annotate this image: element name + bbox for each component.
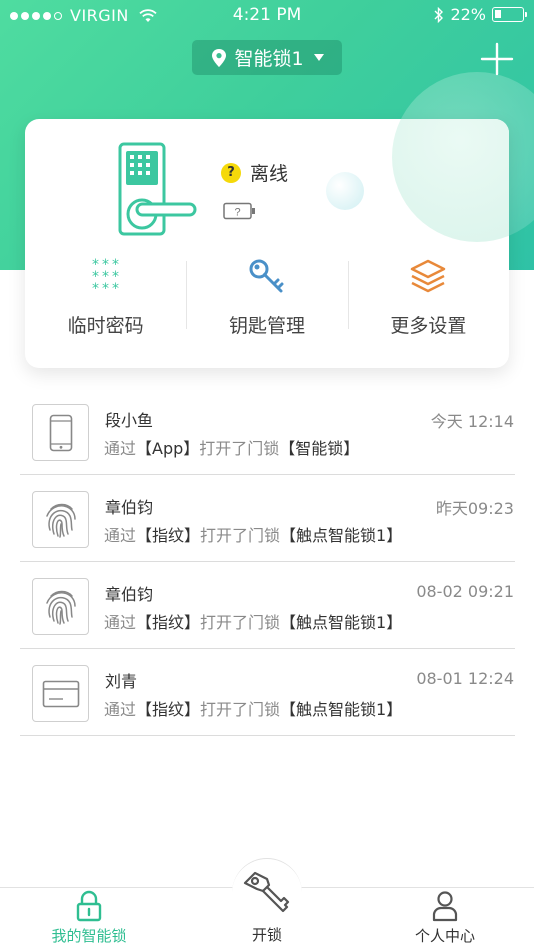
log-user-name: 刘青 (105, 672, 138, 691)
tab-profile[interactable]: 个人中心 (375, 890, 515, 948)
device-card: ? 离线 ? * * * * * * * * * 临时密码 钥匙管理 更多设置 (25, 119, 509, 368)
tab-unlock[interactable]: 开锁 (197, 867, 337, 944)
key-management-button[interactable]: 钥匙管理 (186, 257, 347, 347)
keypad-icon: * * * * * * * * * (92, 257, 119, 297)
svg-text:*: * (102, 281, 109, 297)
temp-password-button[interactable]: * * * * * * * * * 临时密码 (25, 257, 186, 347)
device-status: ? 离线 (221, 159, 288, 186)
list-item[interactable]: 章伯钧 08-02 09:21 通过【指纹】打开了门锁【触点智能锁1】 (20, 562, 515, 649)
lock-name: 智能锁1 (234, 48, 304, 70)
log-time: 昨天09:23 (435, 499, 514, 518)
key-icon (249, 259, 284, 293)
log-description: 通过【指纹】打开了门锁【触点智能锁1】 (104, 613, 403, 632)
add-icon[interactable] (478, 40, 516, 78)
log-time: 08-01 12:24 (416, 669, 514, 688)
tab-my-locks[interactable]: 我的智能锁 (19, 890, 159, 948)
svg-text:?: ? (234, 207, 240, 219)
quick-actions: * * * * * * * * * 临时密码 钥匙管理 更多设置 (25, 257, 509, 347)
log-user-name: 章伯钧 (105, 585, 154, 604)
battery-icon (492, 7, 527, 22)
list-item[interactable]: 章伯钧 昨天09:23 通过【指纹】打开了门锁【触点智能锁1】 (20, 475, 515, 562)
log-description: 通过【App】打开了门锁【智能锁】 (104, 439, 360, 458)
action-label: 临时密码 (67, 315, 144, 337)
user-icon (432, 891, 458, 922)
tab-label: 个人中心 (414, 927, 475, 945)
battery-unknown-icon: ? (223, 202, 255, 220)
lock-selector-dropdown[interactable]: 智能锁1 (192, 40, 342, 75)
tab-label: 开锁 (251, 926, 282, 944)
action-label: 更多设置 (390, 315, 467, 337)
status-bar: VIRGIN 4:21 PM 22% (0, 0, 534, 30)
svg-text:*: * (92, 281, 99, 297)
list-item[interactable]: 刘青 08-01 12:24 通过【指纹】打开了门锁【触点智能锁1】 (20, 649, 515, 736)
tab-label: 我的智能锁 (51, 927, 127, 945)
list-item[interactable]: 段小鱼 今天 12:14 通过【App】打开了门锁【智能锁】 (20, 388, 515, 475)
decorative-bubble (392, 119, 509, 242)
log-time: 今天 12:14 (430, 412, 514, 431)
decorative-bubble (326, 172, 364, 210)
log-user-name: 章伯钧 (105, 498, 154, 517)
more-settings-button[interactable]: 更多设置 (347, 257, 509, 347)
chevron-down-icon (313, 54, 324, 61)
log-description: 通过【指纹】打开了门锁【触点智能锁1】 (104, 700, 403, 719)
log-user-name: 段小鱼 (105, 411, 154, 430)
card-icon (32, 665, 89, 722)
unlock-log-list: 段小鱼 今天 12:14 通过【App】打开了门锁【智能锁】 章伯钧 昨天09:… (20, 388, 515, 736)
lock-icon (76, 890, 102, 922)
battery-percent: 22% (450, 5, 486, 24)
log-description: 通过【指纹】打开了门锁【触点智能锁1】 (104, 526, 403, 545)
svg-text:*: * (112, 281, 119, 297)
unknown-status-icon: ? (221, 162, 241, 183)
log-time: 08-02 09:21 (416, 582, 514, 601)
location-pin-icon (212, 48, 227, 67)
fingerprint-icon (32, 491, 89, 548)
layers-icon (411, 259, 446, 293)
action-label: 钥匙管理 (228, 315, 305, 337)
device-status-text: 离线 (250, 163, 289, 185)
smart-lock-illustration-icon (118, 142, 197, 236)
bluetooth-icon (434, 6, 444, 23)
fingerprint-icon (32, 578, 89, 635)
key-icon (243, 871, 290, 913)
phone-icon (32, 404, 89, 461)
